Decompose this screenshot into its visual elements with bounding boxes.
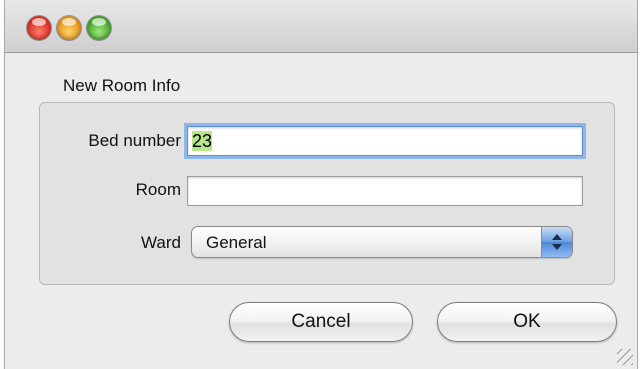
bed-number-value: 23 (192, 131, 213, 151)
close-window-button[interactable] (27, 16, 51, 40)
minimize-window-button[interactable] (57, 16, 81, 40)
dialog-window: New Room Info Bed number 23 Room Ward Ge… (4, 0, 638, 369)
bed-number-field[interactable]: 23 (187, 126, 583, 156)
ward-label: Ward (141, 233, 181, 252)
zoom-window-button[interactable] (87, 16, 111, 40)
resize-grip-icon[interactable] (617, 349, 633, 365)
ward-popup-button[interactable]: General (191, 226, 573, 258)
ok-button[interactable]: OK (437, 302, 617, 342)
title-bar[interactable] (5, 0, 637, 53)
cancel-button[interactable]: Cancel (229, 302, 413, 342)
room-field[interactable] (187, 176, 583, 206)
up-down-arrows-icon (541, 227, 572, 257)
room-label: Room (135, 180, 181, 199)
ward-selected-value: General (206, 233, 267, 252)
group-title: New Room Info (63, 76, 181, 95)
bed-number-label: Bed number (88, 131, 181, 150)
